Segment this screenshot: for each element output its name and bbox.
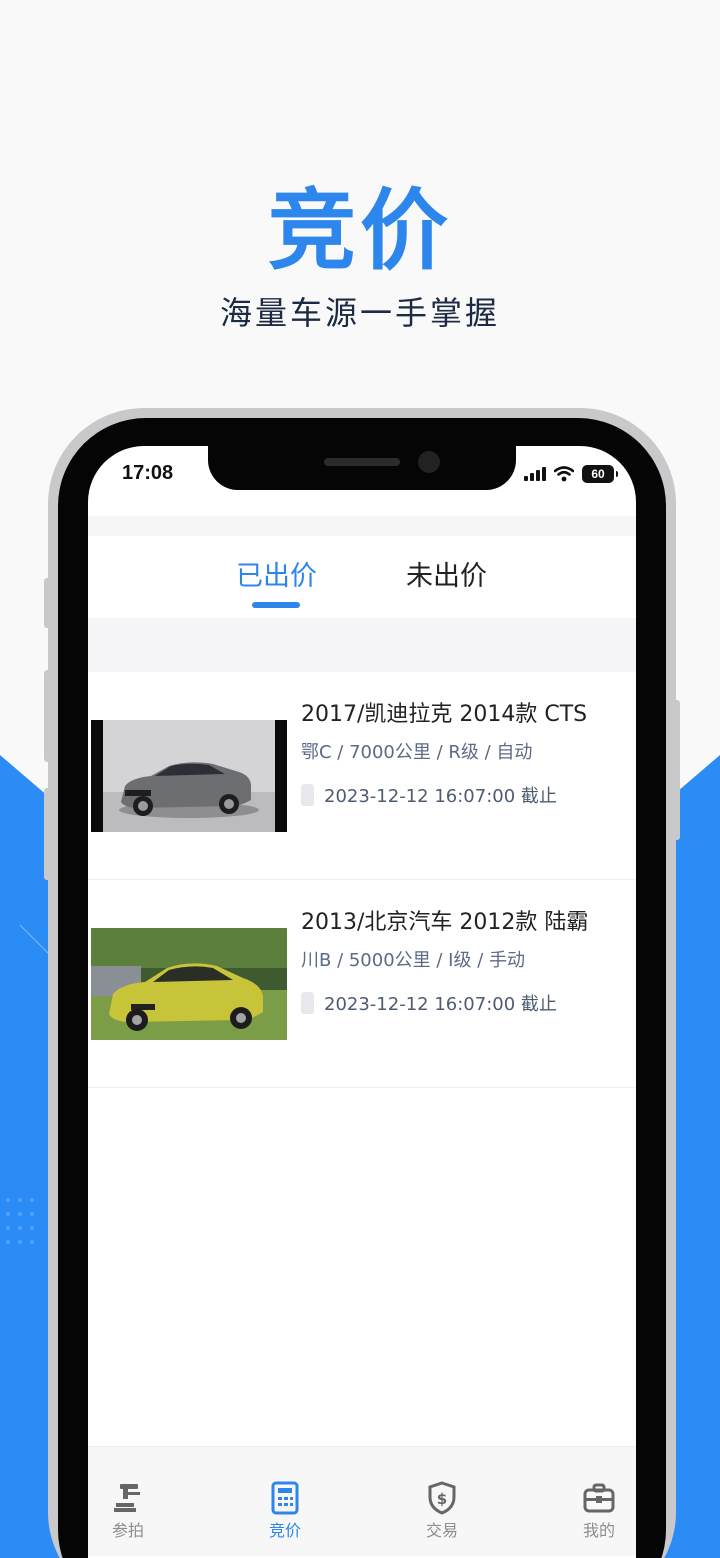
- listing-deadline: 2023-12-12 16:07:00 截止: [301, 782, 557, 808]
- nav-label: 参拍: [111, 1521, 144, 1540]
- list-item[interactable]: 2017/凯迪拉克 2014款 CTS 鄂C / 7000公里 / R级 / 自…: [88, 672, 636, 880]
- status-icons: 60: [524, 464, 618, 484]
- nav-label: 竞价: [268, 1521, 301, 1540]
- phone-notch: [208, 446, 516, 490]
- nav-mine[interactable]: 我的: [559, 1481, 636, 1541]
- tab-bid-placed[interactable]: 已出价: [236, 554, 317, 593]
- promo-subtitle: 海量车源一手掌握: [219, 294, 500, 332]
- listing-deadline: 2023-12-12 16:07:00 截止: [301, 990, 557, 1016]
- gavel-icon: [114, 1484, 140, 1512]
- car-photo-silver-sedan: [91, 720, 287, 832]
- speaker-grille: [324, 458, 400, 466]
- tab-bid-not-placed[interactable]: 未出价: [406, 554, 487, 593]
- nav-bidding[interactable]: 竞价: [245, 1481, 325, 1541]
- deadline-text: 2023-12-12 16:07:00 截止: [324, 786, 557, 807]
- car-photo-yellow-sedan: [91, 928, 287, 1040]
- phone-screen: 17:08 60 已出价 未出价 2017/凯迪拉克 2014款 CTS 鄂C …: [88, 446, 636, 1558]
- listing-meta: 鄂C / 7000公里 / R级 / 自动: [301, 742, 533, 763]
- section-divider: [88, 618, 636, 672]
- listing-title: 2017/凯迪拉克 2014款 CTS: [301, 702, 588, 727]
- listing-meta: 川B / 5000公里 / I级 / 手动: [301, 950, 525, 971]
- list-item[interactable]: 2013/北京汽车 2012款 陆霸 川B / 5000公里 / I级 / 手动…: [88, 880, 636, 1088]
- header-strip: [88, 516, 636, 536]
- status-time: 17:08: [122, 462, 174, 484]
- nav-participate[interactable]: 参拍: [88, 1481, 168, 1541]
- shield-dollar-icon: $: [428, 1481, 456, 1515]
- front-camera: [418, 451, 440, 473]
- document-icon: [301, 784, 314, 806]
- tab-bar: 已出价 未出价: [88, 536, 636, 618]
- promo-title: 竞价: [267, 179, 452, 282]
- document-icon: [301, 992, 314, 1014]
- nav-label: 交易: [425, 1521, 458, 1540]
- battery-icon: 60: [582, 465, 618, 483]
- svg-text:$: $: [437, 1490, 447, 1508]
- signal-icon: [524, 467, 546, 481]
- calculator-icon: [271, 1481, 299, 1515]
- briefcase-icon: [583, 1483, 615, 1513]
- nav-trade[interactable]: $ 交易: [402, 1481, 482, 1541]
- listing-list: 2017/凯迪拉克 2014款 CTS 鄂C / 7000公里 / R级 / 自…: [88, 672, 636, 1088]
- deadline-text: 2023-12-12 16:07:00 截止: [324, 994, 557, 1015]
- bottom-nav: 参拍 竞价 $ 交易 我的: [88, 1446, 636, 1556]
- wifi-icon: [554, 466, 574, 482]
- tab-active-indicator: [252, 602, 300, 608]
- nav-label: 我的: [582, 1521, 615, 1540]
- listing-title: 2013/北京汽车 2012款 陆霸: [301, 910, 589, 935]
